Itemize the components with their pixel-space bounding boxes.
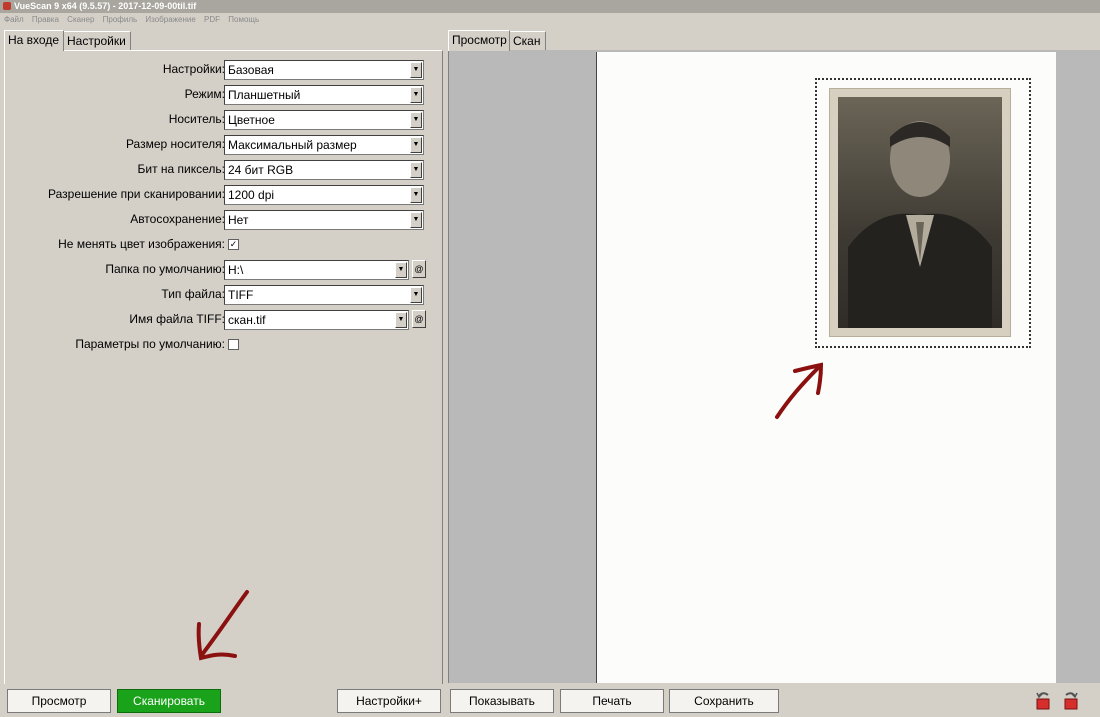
tiff-name-input[interactable]: скан.tif ▼ [224,310,409,330]
mode-value: Планшетный [228,88,301,102]
settings-select[interactable]: Базовая ▼ [224,60,424,80]
show-button[interactable]: Показывать [450,689,554,713]
right-tab-strip: Просмотр Скан [448,30,1100,51]
tiff-name-label: Имя файла TIFF: [129,312,225,326]
row-tiff-name: Имя файла TIFF: скан.tif ▼ @ [5,310,442,330]
bits-select[interactable]: 24 бит RGB ▼ [224,160,424,180]
chevron-down-icon[interactable]: ▼ [410,137,422,153]
chevron-down-icon[interactable]: ▼ [410,112,422,128]
bits-label: Бит на пиксель: [137,162,226,176]
tiff-name-value: скан.tif [228,313,266,327]
folder-value: H:\ [228,263,244,277]
menu-item-file[interactable]: Файл [4,15,24,24]
file-type-select[interactable]: TIFF ▼ [224,285,424,305]
row-media: Носитель: Цветное ▼ [5,110,442,130]
row-bits: Бит на пиксель: 24 бит RGB ▼ [5,160,442,180]
chevron-down-icon[interactable]: ▼ [410,87,422,103]
photo-image [838,97,1002,328]
menu-item-pdf[interactable]: PDF [204,15,220,24]
chevron-down-icon[interactable]: ▼ [410,162,422,178]
autosave-select[interactable]: Нет ▼ [224,210,424,230]
keep-color-label: Не менять цвет изображения: [58,237,225,251]
window-title: VueScan 9 x64 (9.5.57) - 2017-12-09-00ti… [14,1,197,11]
row-folder: Папка по умолчанию: H:\ ▼ @ [5,260,442,280]
bottom-toolbar: Просмотр Сканировать Настройки+ Показыва… [0,684,1100,717]
app-icon [3,2,11,10]
resolution-value: 1200 dpi [228,188,275,202]
preview-panel [448,50,1100,683]
defaults-checkbox[interactable] [228,339,239,350]
tab-input[interactable]: На входе [4,30,64,51]
media-size-select[interactable]: Максимальный размер ▼ [224,135,424,155]
bits-value: 24 бит RGB [228,163,294,177]
save-button[interactable]: Сохранить [669,689,779,713]
browse-folder-button[interactable]: @ [412,260,426,278]
folder-select[interactable]: H:\ ▼ [224,260,409,280]
menu-bar: Файл Правка Сканер Профиль Изображение P… [0,13,1100,27]
row-keep-color: Не менять цвет изображения: ✓ [5,235,442,255]
title-bar: VueScan 9 x64 (9.5.57) - 2017-12-09-00ti… [0,0,1100,13]
rotate-right-icon[interactable] [1062,689,1080,711]
left-tab-strip: На входе Настройки [4,30,441,51]
portrait-figure-icon [848,121,992,328]
file-type-label: Тип файла: [161,287,225,301]
annotation-arrow-icon [775,362,824,419]
media-size-label: Размер носителя: [125,137,225,151]
row-mode: Режим: Планшетный ▼ [5,85,442,105]
scan-button[interactable]: Сканировать [117,689,221,713]
annotation-arrow-icon [196,590,249,661]
preview-button[interactable]: Просмотр [7,689,111,713]
settings-label: Настройки: [162,62,225,76]
resolution-label: Разрешение при сканировании: [48,187,225,201]
menu-item-help[interactable]: Помощь [228,15,259,24]
autosave-label: Автосохранение: [130,212,225,226]
browse-file-button[interactable]: @ [412,310,426,328]
media-label: Носитель: [168,112,225,126]
print-button[interactable]: Печать [560,689,664,713]
resolution-select[interactable]: 1200 dpi ▼ [224,185,424,205]
scan-preview-page[interactable] [596,52,1056,683]
chevron-down-icon[interactable]: ▼ [410,212,422,228]
folder-label: Папка по умолчанию: [105,262,225,276]
row-file-type: Тип файла: TIFF ▼ [5,285,442,305]
row-resolution: Разрешение при сканировании: 1200 dpi ▼ [5,185,442,205]
row-defaults: Параметры по умолчанию: [5,335,442,355]
input-settings-panel: Настройки: Базовая ▼ Режим: Планшетный ▼… [4,50,443,685]
autosave-value: Нет [228,213,249,227]
file-type-value: TIFF [228,288,254,302]
tab-settings[interactable]: Настройки [63,31,131,50]
chevron-down-icon[interactable]: ▼ [395,312,407,328]
menu-item-profile[interactable]: Профиль [103,15,138,24]
mode-label: Режим: [184,87,225,101]
chevron-down-icon[interactable]: ▼ [410,187,422,203]
menu-item-scanner[interactable]: Сканер [67,15,94,24]
row-media-size: Размер носителя: Максимальный размер ▼ [5,135,442,155]
settings-value: Базовая [228,63,274,77]
chevron-down-icon[interactable]: ▼ [395,262,407,278]
defaults-label: Параметры по умолчанию: [75,337,225,351]
menu-item-image[interactable]: Изображение [145,15,195,24]
chevron-down-icon[interactable]: ▼ [410,287,422,303]
crop-selection-box[interactable] [815,78,1031,348]
row-settings: Настройки: Базовая ▼ [5,60,442,80]
row-autosave: Автосохранение: Нет ▼ [5,210,442,230]
rotate-left-icon[interactable] [1034,689,1052,711]
media-size-value: Максимальный размер [228,138,357,152]
scanned-photo [829,88,1011,337]
tab-scan[interactable]: Скан [509,31,546,50]
menu-item-edit[interactable]: Правка [32,15,59,24]
tab-preview[interactable]: Просмотр [448,30,510,51]
settings-plus-button[interactable]: Настройки+ [337,689,441,713]
mode-select[interactable]: Планшетный ▼ [224,85,424,105]
media-select[interactable]: Цветное ▼ [224,110,424,130]
media-value: Цветное [228,113,275,127]
chevron-down-icon[interactable]: ▼ [410,62,422,78]
keep-color-checkbox[interactable]: ✓ [228,239,239,250]
